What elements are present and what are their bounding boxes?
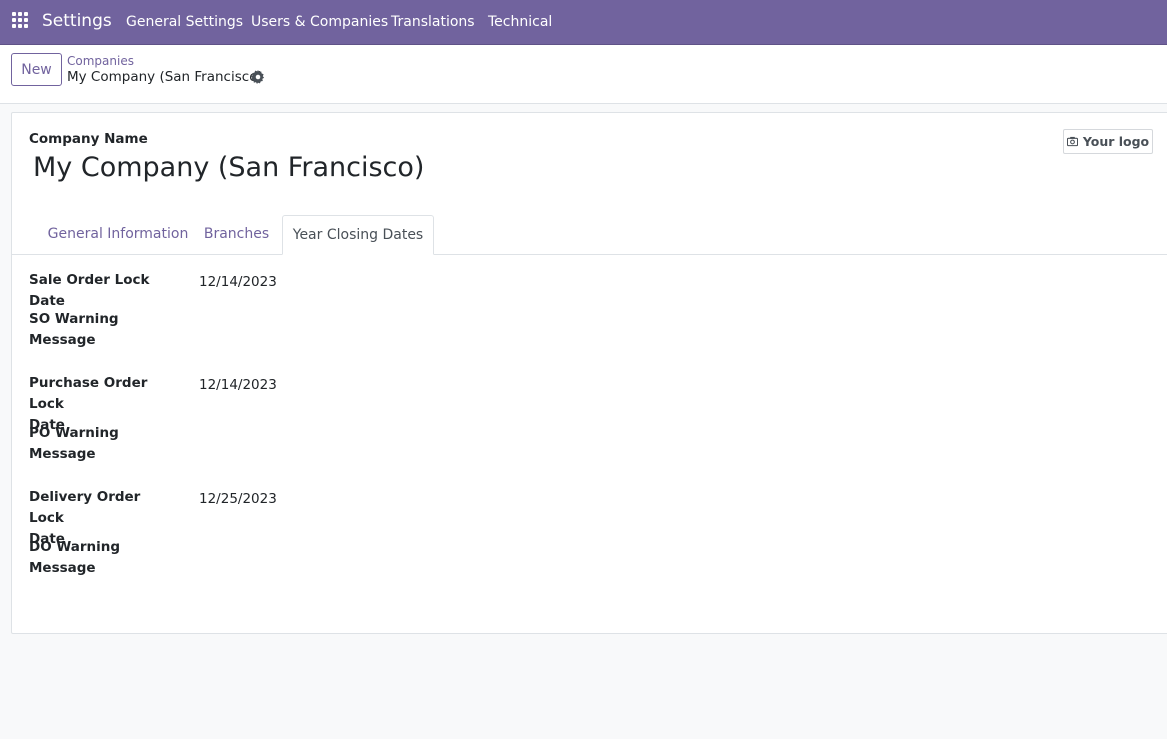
delivery-order-lock-date-value[interactable]: 12/25/2023	[199, 491, 277, 507]
menu-general-settings[interactable]: General Settings	[126, 14, 243, 30]
control-panel: New Companies My Company (San Francisco)	[0, 45, 1167, 104]
form-sheet: Company Name My Company (San Francisco) …	[11, 112, 1167, 634]
delivery-lock-label-line1: Delivery Order Lock	[29, 489, 141, 526]
camera-icon	[1066, 136, 1078, 147]
menu-users-companies[interactable]: Users & Companies	[251, 14, 388, 30]
menu-translations[interactable]: Translations	[391, 14, 475, 30]
app-title[interactable]: Settings	[42, 11, 112, 31]
company-name-label: Company Name	[29, 131, 148, 147]
sale-order-lock-date-label: Sale Order Lock Date	[29, 272, 150, 309]
menu-technical[interactable]: Technical	[488, 14, 552, 30]
breadcrumb-companies[interactable]: Companies	[67, 54, 134, 68]
apps-grid-icon[interactable]	[12, 12, 30, 30]
top-navbar: Settings General Settings Users & Compan…	[0, 0, 1167, 45]
company-name-field[interactable]: My Company (San Francisco)	[33, 152, 424, 183]
purchase-order-lock-date-value[interactable]: 12/14/2023	[199, 377, 277, 393]
breadcrumb-current: My Company (San Francisco)	[67, 69, 263, 85]
purchase-lock-label-line1: Purchase Order Lock	[29, 375, 148, 412]
do-warning-message-label: DO Warning Message	[29, 539, 121, 576]
new-button[interactable]: New	[11, 53, 62, 86]
tab-general-information[interactable]: General Information	[29, 215, 207, 255]
form-tabs: General Information Branches Year Closin…	[12, 215, 1167, 255]
tab-branches[interactable]: Branches	[190, 215, 283, 255]
sale-order-lock-date-value[interactable]: 12/14/2023	[199, 274, 277, 290]
so-warning-message-label: SO Warning Message	[29, 311, 119, 348]
tab-year-closing-dates[interactable]: Year Closing Dates	[282, 215, 434, 255]
your-logo-button[interactable]: Your logo	[1063, 129, 1153, 154]
gear-icon[interactable]	[251, 70, 265, 84]
po-warning-message-label: PO Warning Message	[29, 425, 119, 462]
your-logo-label: Your logo	[1082, 134, 1150, 149]
